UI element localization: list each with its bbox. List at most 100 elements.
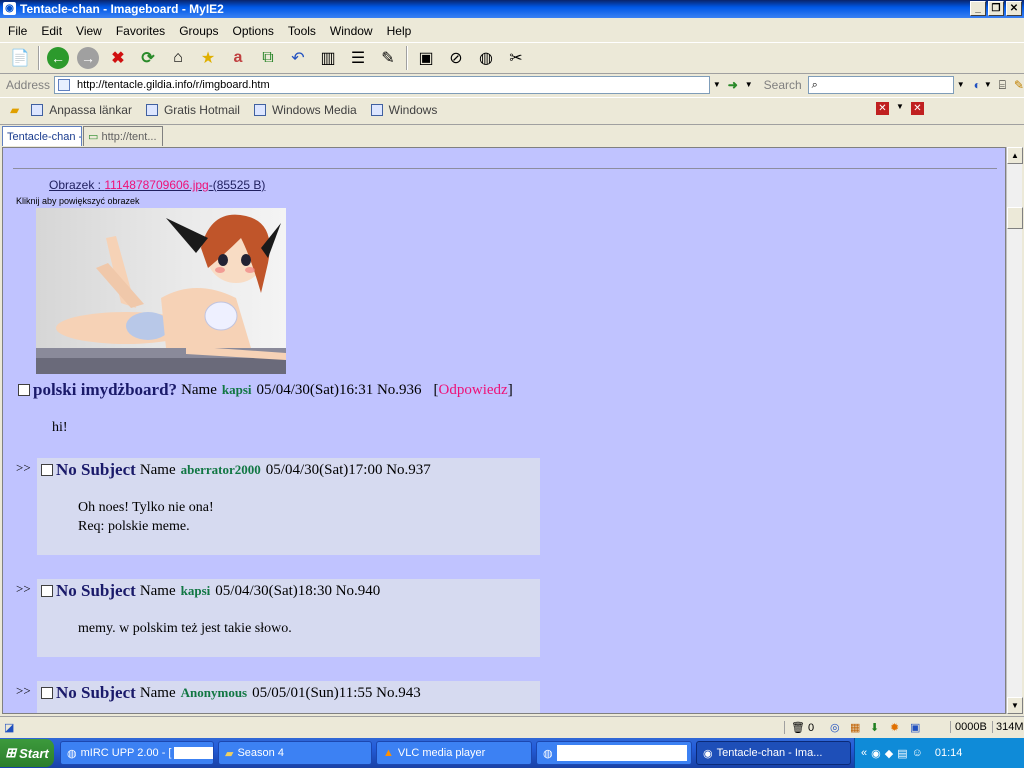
stop-button[interactable]: ✖	[106, 46, 130, 70]
search-input[interactable]: ⌕	[807, 76, 954, 94]
clock[interactable]: 01:14	[935, 747, 963, 759]
op-poster-name: kapsi	[221, 382, 252, 397]
op-post-number[interactable]: No.936	[377, 382, 422, 399]
op-delete-checkbox[interactable]	[18, 384, 30, 396]
close-tab-icon[interactable]: ✕	[876, 102, 889, 115]
back-button[interactable]: ←	[46, 46, 70, 70]
new-page-icon[interactable]: 📄	[8, 46, 32, 70]
menu-window[interactable]: Window	[330, 24, 373, 38]
tab-tentacle-chan[interactable]: Tentacle-chan -	[2, 126, 82, 146]
edit-button[interactable]: ✎	[376, 46, 400, 70]
plugin-2-button[interactable]: ⊘	[444, 46, 468, 70]
reply-delete-checkbox[interactable]	[41, 464, 53, 476]
task-redacted[interactable]: ◍	[536, 741, 692, 765]
search-dropdown[interactable]: ▼	[954, 77, 968, 93]
tab-loading[interactable]: ▭ http://tent...	[83, 126, 163, 146]
popup-blocker-icon[interactable]: ◎	[830, 721, 840, 734]
menu-edit[interactable]: Edit	[41, 24, 62, 38]
reply-post: No Subject Name Anonymous 05/05/01(Sun)1…	[37, 681, 540, 713]
download-icon[interactable]: ⬇	[870, 721, 879, 734]
link-hotmail[interactable]: Gratis Hotmail	[145, 103, 240, 117]
menu-options[interactable]: Options	[233, 24, 274, 38]
restore-button[interactable]: ❐	[988, 1, 1004, 16]
folder-icon[interactable]: ▰	[10, 103, 19, 117]
go-icon[interactable]: ➜	[728, 78, 738, 92]
file-info-link[interactable]: Obrazek : 1114878709606.jpg-(85525 B)	[49, 178, 265, 192]
close-all-icon[interactable]: ✕	[911, 102, 924, 115]
reply-post-number[interactable]: No.943	[376, 685, 421, 702]
font-size-button[interactable]: a	[226, 46, 250, 70]
favorites-button[interactable]: ★	[196, 46, 220, 70]
reply-post: No Subject Name aberrator2000 05/04/30(S…	[37, 458, 540, 555]
minimize-button[interactable]: _	[970, 1, 986, 16]
search-engine-dropdown[interactable]: ▼	[981, 77, 995, 93]
start-button[interactable]: ⊞ Start	[0, 739, 54, 767]
close-button[interactable]: ✕	[1006, 1, 1022, 16]
menu-tools[interactable]: Tools	[288, 24, 316, 38]
plugin-1-button[interactable]: ▣	[414, 46, 438, 70]
main-toolbar: 📄 ← → ✖ ⟳ ⌂ ★ a ⧉ ↶ ▥ ☰ ✎ ▣ ⊘ ◍ ✂	[0, 42, 1024, 74]
search-engine-icon[interactable]: ◐	[974, 78, 981, 92]
scroll-thumb[interactable]	[1007, 207, 1023, 229]
list-button[interactable]: ☰	[346, 46, 370, 70]
refresh-button[interactable]: ⟳	[136, 46, 160, 70]
op-subject: polski imydżboard?	[33, 380, 178, 399]
reply-link[interactable]: Odpowiedz	[439, 382, 508, 398]
reply-post-number[interactable]: No.940	[336, 583, 381, 600]
search-icon: ⌕	[811, 79, 818, 91]
trash-icon: 🗑	[791, 722, 805, 734]
reply-date: 05/04/30(Sat)17:00	[265, 461, 383, 478]
task-vlc[interactable]: ▲ VLC media player	[376, 741, 532, 765]
tray-network-icon[interactable]: ◆	[885, 747, 893, 760]
proxy-icon[interactable]: ▣	[910, 721, 920, 734]
vlc-cone-icon: ▲	[383, 747, 394, 759]
menu-file[interactable]: File	[8, 24, 27, 38]
scroll-up-button[interactable]: ▲	[1007, 147, 1023, 164]
open-link-button[interactable]: ⧉	[256, 46, 280, 70]
refresh-icon: ⟳	[141, 50, 155, 67]
tray-expand-icon[interactable]: «	[861, 747, 867, 759]
divider	[13, 168, 997, 169]
reply-delete-checkbox[interactable]	[41, 687, 53, 699]
menu-groups[interactable]: Groups	[179, 24, 218, 38]
reply-message: Oh noes! Tylko nie ona! Req: polskie mem…	[78, 498, 214, 536]
vertical-scrollbar[interactable]: ▲ ▼	[1006, 147, 1023, 714]
address-dropdown[interactable]: ▼	[710, 77, 724, 93]
tile-button[interactable]: ▥	[316, 46, 340, 70]
trash-counter[interactable]: 🗑 0	[784, 721, 814, 734]
menu-help[interactable]: Help	[387, 24, 412, 38]
font-icon: a	[233, 49, 243, 66]
tray-messenger-icon[interactable]: ☺	[912, 747, 923, 759]
flash-icon[interactable]: ▦	[850, 721, 860, 734]
plugin-3-button[interactable]: ◍	[474, 46, 498, 70]
close-dropdown[interactable]: ▼	[896, 102, 904, 111]
menu-view[interactable]: View	[76, 24, 102, 38]
home-button[interactable]: ⌂	[166, 46, 190, 70]
plugin-4-button[interactable]: ✂	[504, 46, 528, 70]
scroll-down-button[interactable]: ▼	[1007, 697, 1023, 714]
task-season-4[interactable]: ▰ Season 4	[218, 741, 372, 765]
address-input[interactable]: http://tentacle.gildia.info/r/imgboard.h…	[54, 76, 710, 94]
settings-gear-icon[interactable]: ✹	[890, 721, 899, 734]
file-name[interactable]: 1114878709606.jpg	[104, 178, 208, 192]
tray-app-icon[interactable]: ◉	[871, 747, 881, 760]
go-dropdown[interactable]: ▼	[742, 77, 756, 93]
start-label: Start	[19, 745, 49, 761]
find-icon[interactable]: ⌸	[999, 78, 1006, 93]
highlight-icon[interactable]: ✎	[1014, 78, 1024, 92]
task-tentacle-chan[interactable]: ◉ Tentacle-chan - Ima...	[696, 741, 851, 765]
myie2-app-icon: ◉	[3, 2, 16, 15]
link-windows[interactable]: Windows	[370, 103, 437, 117]
reply-link-bracket: [Odpowiedz]	[433, 381, 513, 398]
link-anpassa[interactable]: Anpassa länkar	[31, 103, 132, 117]
forward-button[interactable]: →	[76, 46, 100, 70]
menu-favorites[interactable]: Favorites	[116, 24, 165, 38]
undo-close-button[interactable]: ↶	[286, 46, 310, 70]
reply-post-number[interactable]: No.937	[386, 462, 431, 479]
task-mirc[interactable]: ◍ mIRC UPP 2.00 - [	[60, 741, 214, 765]
post-thumbnail-image[interactable]	[36, 208, 286, 374]
tray-speaker-icon[interactable]: ▤	[897, 747, 907, 760]
forward-arrow-icon: →	[77, 47, 99, 69]
reply-delete-checkbox[interactable]	[41, 585, 53, 597]
link-windows-media[interactable]: Windows Media	[253, 103, 357, 117]
